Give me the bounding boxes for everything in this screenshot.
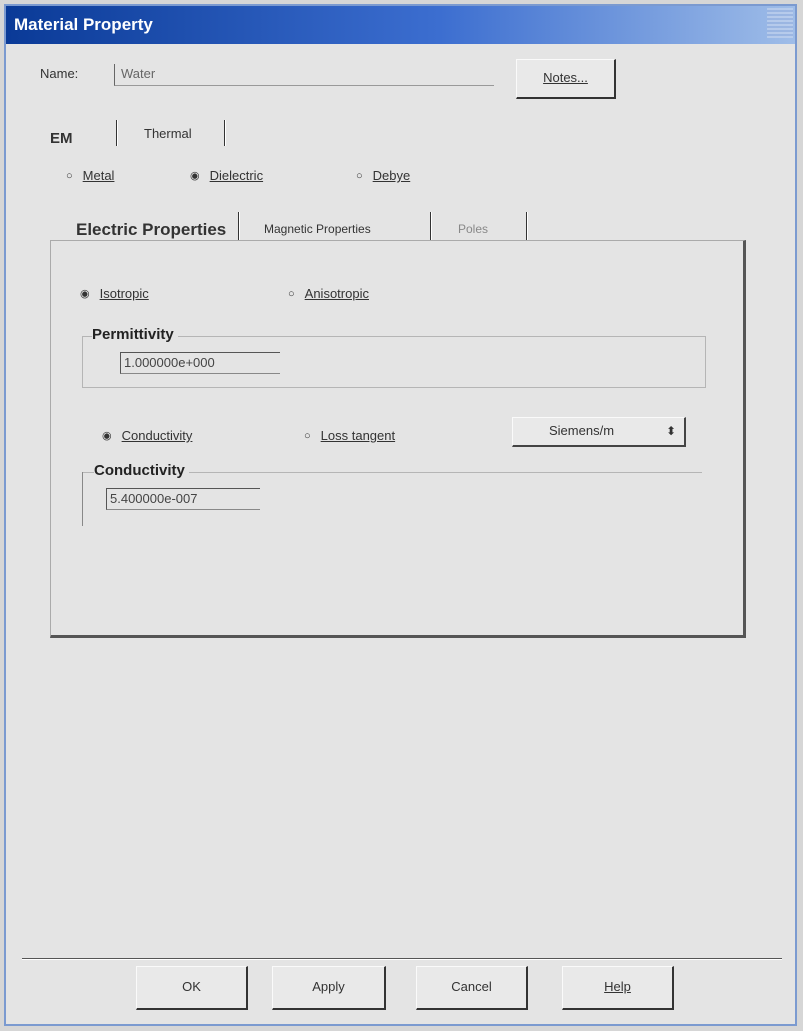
tab-separator: [116, 120, 118, 146]
tab-separator: [430, 212, 432, 240]
spinner-icon: ⬍: [665, 424, 676, 438]
radio-off-icon: ○: [356, 169, 363, 182]
permittivity-input[interactable]: 1.000000e+000: [120, 352, 280, 374]
ok-button[interactable]: OK: [136, 966, 248, 1010]
units-select-value: Siemens/m: [549, 423, 615, 438]
tab-thermal[interactable]: Thermal: [144, 126, 192, 141]
radio-loss-tangent-label: Loss tangent: [320, 428, 396, 443]
tab-electric-properties[interactable]: Electric Properties: [76, 220, 226, 240]
radio-debye[interactable]: ○ Debye: [356, 168, 410, 183]
conductivity-input[interactable]: 5.400000e-007: [106, 488, 260, 510]
conductivity-group-left-line: [82, 472, 83, 526]
tab-magnetic-properties[interactable]: Magnetic Properties: [264, 222, 371, 236]
radio-off-icon: ○: [288, 287, 295, 300]
radio-anisotropic[interactable]: ○ Anisotropic: [288, 286, 369, 301]
radio-on-icon: ◉: [80, 288, 90, 300]
radio-metal[interactable]: ○ Metal: [66, 168, 114, 183]
radio-conductivity[interactable]: ◉ Conductivity: [102, 428, 192, 443]
cancel-button[interactable]: Cancel: [416, 966, 528, 1010]
radio-dielectric-label: Dielectric: [209, 168, 264, 183]
radio-loss-tangent[interactable]: ○ Loss tangent: [304, 428, 395, 443]
radio-debye-label: Debye: [372, 168, 411, 183]
notes-button[interactable]: Notes...: [516, 59, 616, 99]
radio-dielectric[interactable]: ◉ Dielectric: [190, 168, 263, 183]
radio-isotropic[interactable]: ◉ Isotropic: [80, 286, 149, 301]
name-input[interactable]: Water: [114, 64, 494, 86]
tab-separator: [526, 212, 528, 240]
bottom-separator: [22, 958, 782, 960]
radio-on-icon: ◉: [102, 430, 112, 442]
radio-anisotropic-label: Anisotropic: [304, 286, 369, 301]
tab-separator: [238, 212, 240, 240]
units-select[interactable]: Siemens/m ⬍: [512, 417, 686, 447]
title-bar[interactable]: Material Property: [6, 6, 795, 44]
titlebar-grip: [767, 8, 793, 38]
material-property-dialog: Material Property Name: Water Notes... E…: [4, 4, 797, 1026]
conductivity-group-title: Conductivity: [94, 462, 189, 479]
radio-isotropic-label: Isotropic: [99, 286, 149, 301]
permittivity-group-title: Permittivity: [92, 326, 178, 343]
help-button[interactable]: Help: [562, 966, 674, 1010]
tab-em[interactable]: EM: [50, 130, 73, 147]
radio-off-icon: ○: [304, 429, 311, 442]
radio-on-icon: ◉: [190, 170, 200, 182]
name-label: Name:: [40, 66, 79, 81]
tab-poles[interactable]: Poles: [458, 222, 488, 236]
apply-button[interactable]: Apply: [272, 966, 386, 1010]
radio-conductivity-label: Conductivity: [121, 428, 193, 443]
window-title: Material Property: [14, 15, 153, 34]
tab-separator: [224, 120, 226, 146]
radio-metal-label: Metal: [82, 168, 115, 183]
radio-off-icon: ○: [66, 169, 73, 182]
